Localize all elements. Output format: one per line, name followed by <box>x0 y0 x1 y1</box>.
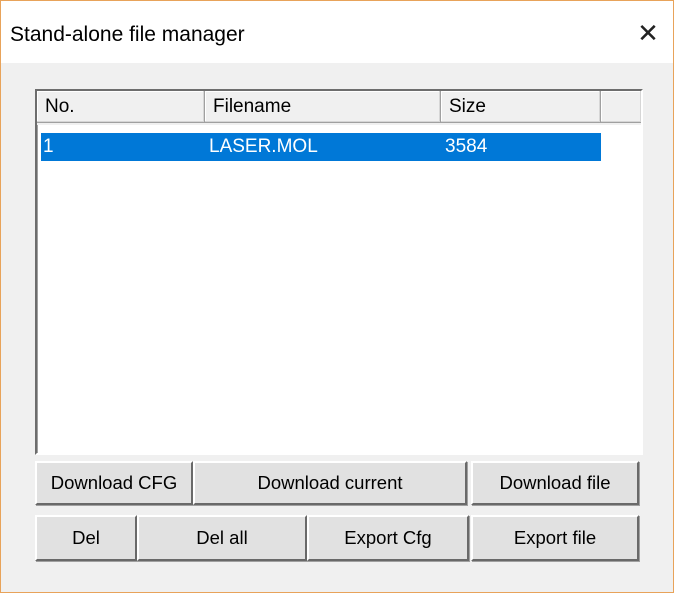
column-header-no[interactable]: No. <box>37 91 205 123</box>
title-bar: Stand-alone file manager ✕ <box>1 1 673 63</box>
row-filename: LASER.MOL <box>209 136 318 157</box>
column-header-filename[interactable]: Filename <box>205 91 441 123</box>
export-cfg-button[interactable]: Export Cfg <box>307 515 469 561</box>
del-all-button[interactable]: Del all <box>137 515 307 561</box>
window-title: Stand-alone file manager <box>10 23 245 46</box>
row-no: 1 <box>43 136 54 157</box>
download-file-button[interactable]: Download file <box>471 461 639 505</box>
column-header-size[interactable]: Size <box>441 91 601 123</box>
row-size: 3584 <box>445 136 488 157</box>
file-manager-window: Stand-alone file manager ✕ No. Filename … <box>0 0 674 593</box>
column-header-filler <box>601 91 641 123</box>
file-list[interactable]: No. Filename Size 1 LASER.MOL 3584 <box>35 89 643 455</box>
del-button[interactable]: Del <box>35 515 137 561</box>
close-icon[interactable]: ✕ <box>625 11 671 55</box>
list-header: No. Filename Size <box>37 91 641 125</box>
export-file-button[interactable]: Export file <box>471 515 639 561</box>
download-cfg-button[interactable]: Download CFG <box>35 461 193 505</box>
download-current-button[interactable]: Download current <box>193 461 467 505</box>
table-row[interactable]: 1 LASER.MOL 3584 <box>41 133 601 161</box>
